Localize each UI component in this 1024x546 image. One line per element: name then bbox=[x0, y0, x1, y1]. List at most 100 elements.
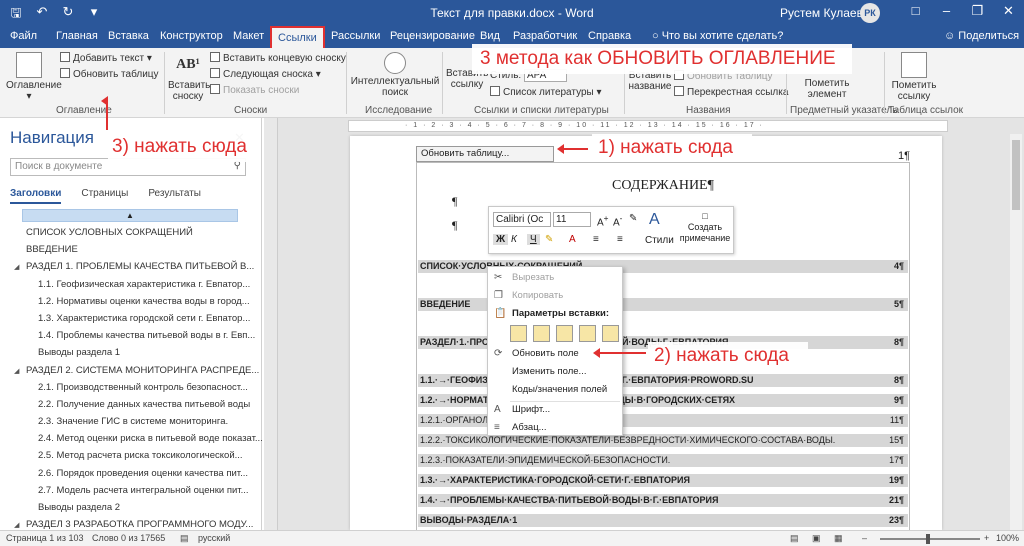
minimize-icon[interactable]: – bbox=[931, 3, 962, 19]
bibliography-button[interactable]: Список литературы ▾ bbox=[490, 86, 602, 98]
web-layout-icon[interactable]: ▦ bbox=[834, 533, 843, 544]
undo-icon[interactable]: ↶ bbox=[34, 4, 50, 26]
toc-button[interactable]: Оглавление ▾ bbox=[6, 52, 62, 102]
menu-item-cut[interactable]: ✂ Вырезать bbox=[488, 269, 622, 287]
paste-keep-text-icon[interactable] bbox=[602, 325, 619, 342]
nav-heading-item[interactable]: 1.2. Нормативы оценки качества воды в го… bbox=[0, 293, 262, 310]
menu-item-edit-field[interactable]: Изменить поле... bbox=[488, 363, 622, 381]
close-icon[interactable]: ✕ bbox=[993, 3, 1024, 19]
toc-update-control[interactable]: Обновить таблицу... bbox=[416, 146, 554, 162]
nav-heading-item[interactable]: СПИСОК УСЛОВНЫХ СОКРАЩЕНИЙ bbox=[0, 224, 262, 241]
redo-icon[interactable]: ↻ bbox=[60, 4, 76, 26]
menu-item-update-field[interactable]: ⟳ Обновить поле bbox=[488, 345, 622, 363]
nav-collapse-bar[interactable]: ▲ bbox=[22, 209, 238, 222]
add-text-button[interactable]: Добавить текст ▾ bbox=[60, 52, 152, 64]
menu-item-toggle-codes[interactable]: Коды/значения полей bbox=[488, 381, 622, 399]
status-words[interactable]: Слово 0 из 17565 bbox=[92, 533, 165, 543]
nav-heading-item[interactable]: ◢ РАЗДЕЛ 2. СИСТЕМА МОНИТОРИНГА РАСПРЕДЕ.… bbox=[0, 362, 262, 379]
tab-mailings[interactable]: Рассылки bbox=[331, 30, 380, 42]
font-name-box[interactable]: Calibri (Ос bbox=[493, 212, 551, 227]
tab-headings[interactable]: Заголовки bbox=[10, 188, 62, 204]
tab-references[interactable]: Ссылки bbox=[270, 26, 325, 48]
customize-icon[interactable]: ▾ bbox=[86, 4, 102, 26]
nav-heading-item[interactable]: 1.1. Геофизическая характеристика г. Евп… bbox=[0, 276, 262, 293]
font-size-box[interactable]: 11 bbox=[553, 212, 591, 227]
status-lang[interactable]: русский bbox=[198, 533, 230, 543]
italic-icon[interactable]: К bbox=[511, 234, 517, 245]
styles-label[interactable]: Стили bbox=[645, 235, 674, 246]
update-table-button[interactable]: Обновить таблицу bbox=[60, 68, 159, 80]
paste-keep-source-icon[interactable] bbox=[510, 325, 527, 342]
paste-merge-icon[interactable] bbox=[533, 325, 550, 342]
tab-developer[interactable]: Разработчик bbox=[513, 30, 577, 42]
zoom-knob[interactable] bbox=[926, 534, 930, 544]
toc-entry[interactable]: ВЫВОДЫ·РАЗДЕЛА·1 23¶ bbox=[418, 514, 908, 527]
nav-heading-item[interactable]: Выводы раздела 2 bbox=[0, 499, 262, 516]
tab-help[interactable]: Справка bbox=[588, 30, 631, 42]
paste-text-only-icon[interactable] bbox=[579, 325, 596, 342]
menu-item-font[interactable]: A Шрифт... bbox=[488, 401, 622, 419]
zoom-in-icon[interactable]: + bbox=[984, 533, 989, 543]
tab-layout[interactable]: Макет bbox=[233, 30, 264, 42]
mark-citation-button[interactable]: Пометить ссылку bbox=[888, 52, 940, 102]
menu-item-paragraph[interactable]: ≡ Абзац... bbox=[488, 419, 622, 437]
bullets-icon[interactable]: ≡ bbox=[593, 234, 599, 245]
nav-heading-item[interactable]: 2.3. Значение ГИС в системе мониторинга. bbox=[0, 413, 262, 430]
format-painter-icon[interactable]: ✎ bbox=[629, 213, 637, 224]
mark-entry-button[interactable]: Пометить элемент bbox=[796, 78, 858, 100]
restore-icon[interactable]: ❐ bbox=[962, 3, 993, 19]
tab-pages[interactable]: Страницы bbox=[81, 188, 128, 204]
tab-home[interactable]: Главная bbox=[56, 30, 98, 42]
tab-review[interactable]: Рецензирование bbox=[390, 30, 475, 42]
avatar[interactable]: РК bbox=[860, 3, 880, 23]
document-page[interactable]: Обновить таблицу... 1¶ СОДЕРЖАНИЕ¶ ¶ ¶ С… bbox=[350, 136, 942, 530]
tab-view[interactable]: Вид bbox=[480, 30, 500, 42]
tab-results[interactable]: Результаты bbox=[148, 188, 201, 204]
read-mode-icon[interactable]: ▤ bbox=[790, 533, 799, 544]
nav-heading-item[interactable]: 2.7. Модель расчета интегральной оценки … bbox=[0, 482, 262, 499]
toc-entry[interactable]: 1.4.·→·ПРОБЛЕМЫ·КАЧЕСТВА·ПИТЬЕВОЙ·ВОДЫ·В… bbox=[418, 494, 908, 507]
toc-entry[interactable]: 1.3.·→·ХАРАКТЕРИСТИКА·ГОРОДСКОЙ·СЕТИ·Г.·… bbox=[418, 474, 908, 487]
styles-icon[interactable]: A bbox=[649, 211, 660, 229]
zoom-slider[interactable] bbox=[880, 534, 980, 544]
proofing-icon[interactable]: ▤ bbox=[180, 533, 189, 544]
insert-footnote-button[interactable]: AB¹ Вставить сноску bbox=[168, 52, 210, 102]
menu-item-copy[interactable]: ❐ Копировать bbox=[488, 287, 622, 305]
nav-heading-item[interactable]: 1.3. Характеристика городской сети г. Ев… bbox=[0, 310, 262, 327]
nav-heading-item[interactable]: Выводы раздела 1 bbox=[0, 344, 262, 361]
vertical-scrollbar[interactable] bbox=[1010, 134, 1022, 530]
tab-file[interactable]: Файл bbox=[10, 30, 37, 42]
shrink-font-icon[interactable]: A- bbox=[613, 213, 622, 228]
nav-heading-item[interactable]: ВВЕДЕНИЕ bbox=[0, 241, 262, 258]
nav-heading-item[interactable]: 2.1. Производственный контроль безопасно… bbox=[0, 379, 262, 396]
bold-icon[interactable]: Ж bbox=[493, 234, 509, 245]
tab-insert[interactable]: Вставка bbox=[108, 30, 149, 42]
paste-picture-icon[interactable] bbox=[556, 325, 573, 342]
nav-heading-item[interactable]: 2.2. Получение данных качества питьевой … bbox=[0, 396, 262, 413]
ribbon-options-icon[interactable]: □ bbox=[900, 3, 931, 19]
zoom-level[interactable]: 100% bbox=[996, 533, 1019, 543]
next-footnote-button[interactable]: Следующая сноска ▾ bbox=[210, 68, 321, 80]
toc-entry[interactable]: 1.2.3.·ПОКАЗАТЕЛИ·ЭПИДЕМИЧЕСКОЙ·БЕЗОПАСН… bbox=[418, 454, 908, 467]
new-comment-button[interactable]: □ Создать примечание bbox=[677, 211, 733, 244]
nav-heading-item[interactable]: 1.4. Проблемы качества питьевой воды в г… bbox=[0, 327, 262, 344]
smart-lookup-button[interactable]: Интеллектуальный поиск bbox=[350, 52, 440, 98]
nav-heading-item[interactable]: ◢ РАЗДЕЛ 1. ПРОБЛЕМЫ КАЧЕСТВА ПИТЬЕВОЙ В.… bbox=[0, 258, 262, 275]
underline-icon[interactable]: Ч bbox=[527, 234, 540, 245]
expand-triangle-icon[interactable]: ◢ bbox=[14, 363, 26, 379]
user-name[interactable]: Рустем Кулаев bbox=[780, 6, 863, 20]
tab-design[interactable]: Конструктор bbox=[160, 30, 223, 42]
tell-me-box[interactable]: ○ Что вы хотите сделать? bbox=[652, 30, 783, 42]
share-button[interactable]: ☺ Поделиться bbox=[944, 30, 1019, 42]
highlight-icon[interactable]: ✎ bbox=[545, 234, 553, 245]
expand-triangle-icon[interactable]: ◢ bbox=[14, 259, 26, 275]
status-page[interactable]: Страница 1 из 103 bbox=[6, 533, 83, 543]
nav-heading-item[interactable]: 2.6. Порядок проведения оценки качества … bbox=[0, 465, 262, 482]
numbering-icon[interactable]: ≡ bbox=[617, 234, 623, 245]
save-icon[interactable]: 🖫 bbox=[8, 4, 24, 26]
font-color-icon[interactable]: A bbox=[569, 234, 576, 245]
nav-heading-item[interactable]: 2.5. Метод расчета риска токсикологическ… bbox=[0, 447, 262, 464]
grow-font-icon[interactable]: A+ bbox=[597, 213, 609, 228]
nav-heading-item[interactable]: 2.4. Метод оценки риска в питьевой воде … bbox=[0, 430, 262, 447]
print-layout-icon[interactable]: ▣ bbox=[812, 533, 821, 544]
